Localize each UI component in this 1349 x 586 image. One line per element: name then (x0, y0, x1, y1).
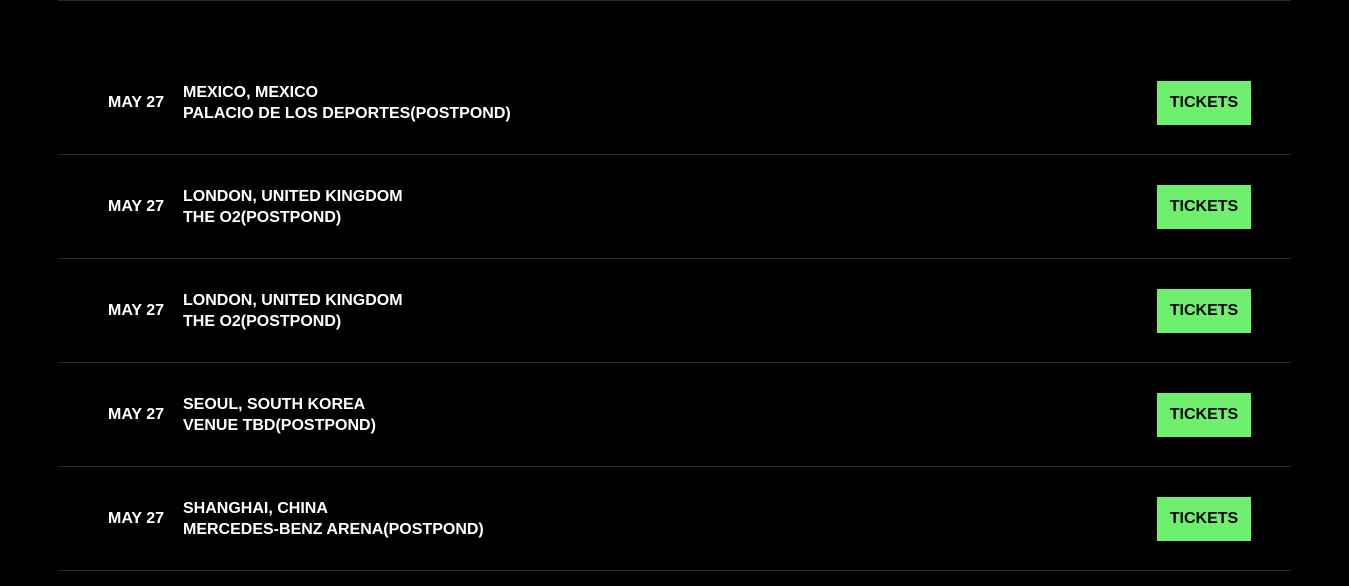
tour-location: LONDON, UNITED KINGDOM (183, 291, 403, 309)
tour-venue: VENUE TBD(POSTPOND) (183, 416, 376, 434)
tour-location: SHANGHAI, CHINA (183, 499, 328, 517)
tickets-button[interactable]: TICKETS (1157, 80, 1251, 125)
tour-dates-list: MAY 27 MEXICO, MEXICO PALACIO DE LOS DEP… (58, 51, 1291, 571)
tour-date: MAY 27 (108, 197, 165, 215)
tour-location: LONDON, UNITED KINGDOM (183, 187, 403, 205)
tour-date: MAY 27 (108, 509, 165, 527)
tour-row: MAY 27 SHANGHAI, CHINA MERCEDES-BENZ ARE… (58, 467, 1291, 571)
tour-date: MAY 27 (108, 301, 165, 319)
tour-info: LONDON, UNITED KINGDOM THE O2(POSTPOND) (183, 290, 403, 332)
tickets-button[interactable]: TICKETS (1157, 392, 1251, 437)
tour-location: MEXICO, MEXICO (183, 83, 319, 101)
tour-dates-page: MAY 27 MEXICO, MEXICO PALACIO DE LOS DEP… (0, 0, 1349, 586)
tour-row: MAY 27 LONDON, UNITED KINGDOM THE O2(POS… (58, 155, 1291, 259)
tour-location: SEOUL, SOUTH KOREA (183, 395, 366, 413)
tour-info: SEOUL, SOUTH KOREA VENUE TBD(POSTPOND) (183, 394, 376, 436)
tour-row: MAY 27 SEOUL, SOUTH KOREA VENUE TBD(POST… (58, 363, 1291, 467)
tour-info: MEXICO, MEXICO PALACIO DE LOS DEPORTES(P… (183, 82, 511, 124)
tour-row: MAY 27 LONDON, UNITED KINGDOM THE O2(POS… (58, 259, 1291, 363)
tour-dates-container: MAY 27 MEXICO, MEXICO PALACIO DE LOS DEP… (58, 0, 1291, 571)
tour-row: MAY 27 MEXICO, MEXICO PALACIO DE LOS DEP… (58, 51, 1291, 155)
tickets-button[interactable]: TICKETS (1157, 288, 1251, 333)
tickets-button[interactable]: TICKETS (1157, 496, 1251, 541)
tour-venue: MERCEDES-BENZ ARENA(POSTPOND) (183, 520, 484, 538)
tour-info: LONDON, UNITED KINGDOM THE O2(POSTPOND) (183, 186, 403, 228)
tour-venue: THE O2(POSTPOND) (183, 312, 342, 330)
tickets-button[interactable]: TICKETS (1157, 184, 1251, 229)
top-divider (58, 0, 1291, 1)
tour-venue: PALACIO DE LOS DEPORTES(POSTPOND) (183, 104, 511, 122)
tour-venue: THE O2(POSTPOND) (183, 208, 342, 226)
tour-date: MAY 27 (108, 405, 165, 423)
tour-date: MAY 27 (108, 93, 165, 111)
tour-info: SHANGHAI, CHINA MERCEDES-BENZ ARENA(POST… (183, 498, 484, 540)
